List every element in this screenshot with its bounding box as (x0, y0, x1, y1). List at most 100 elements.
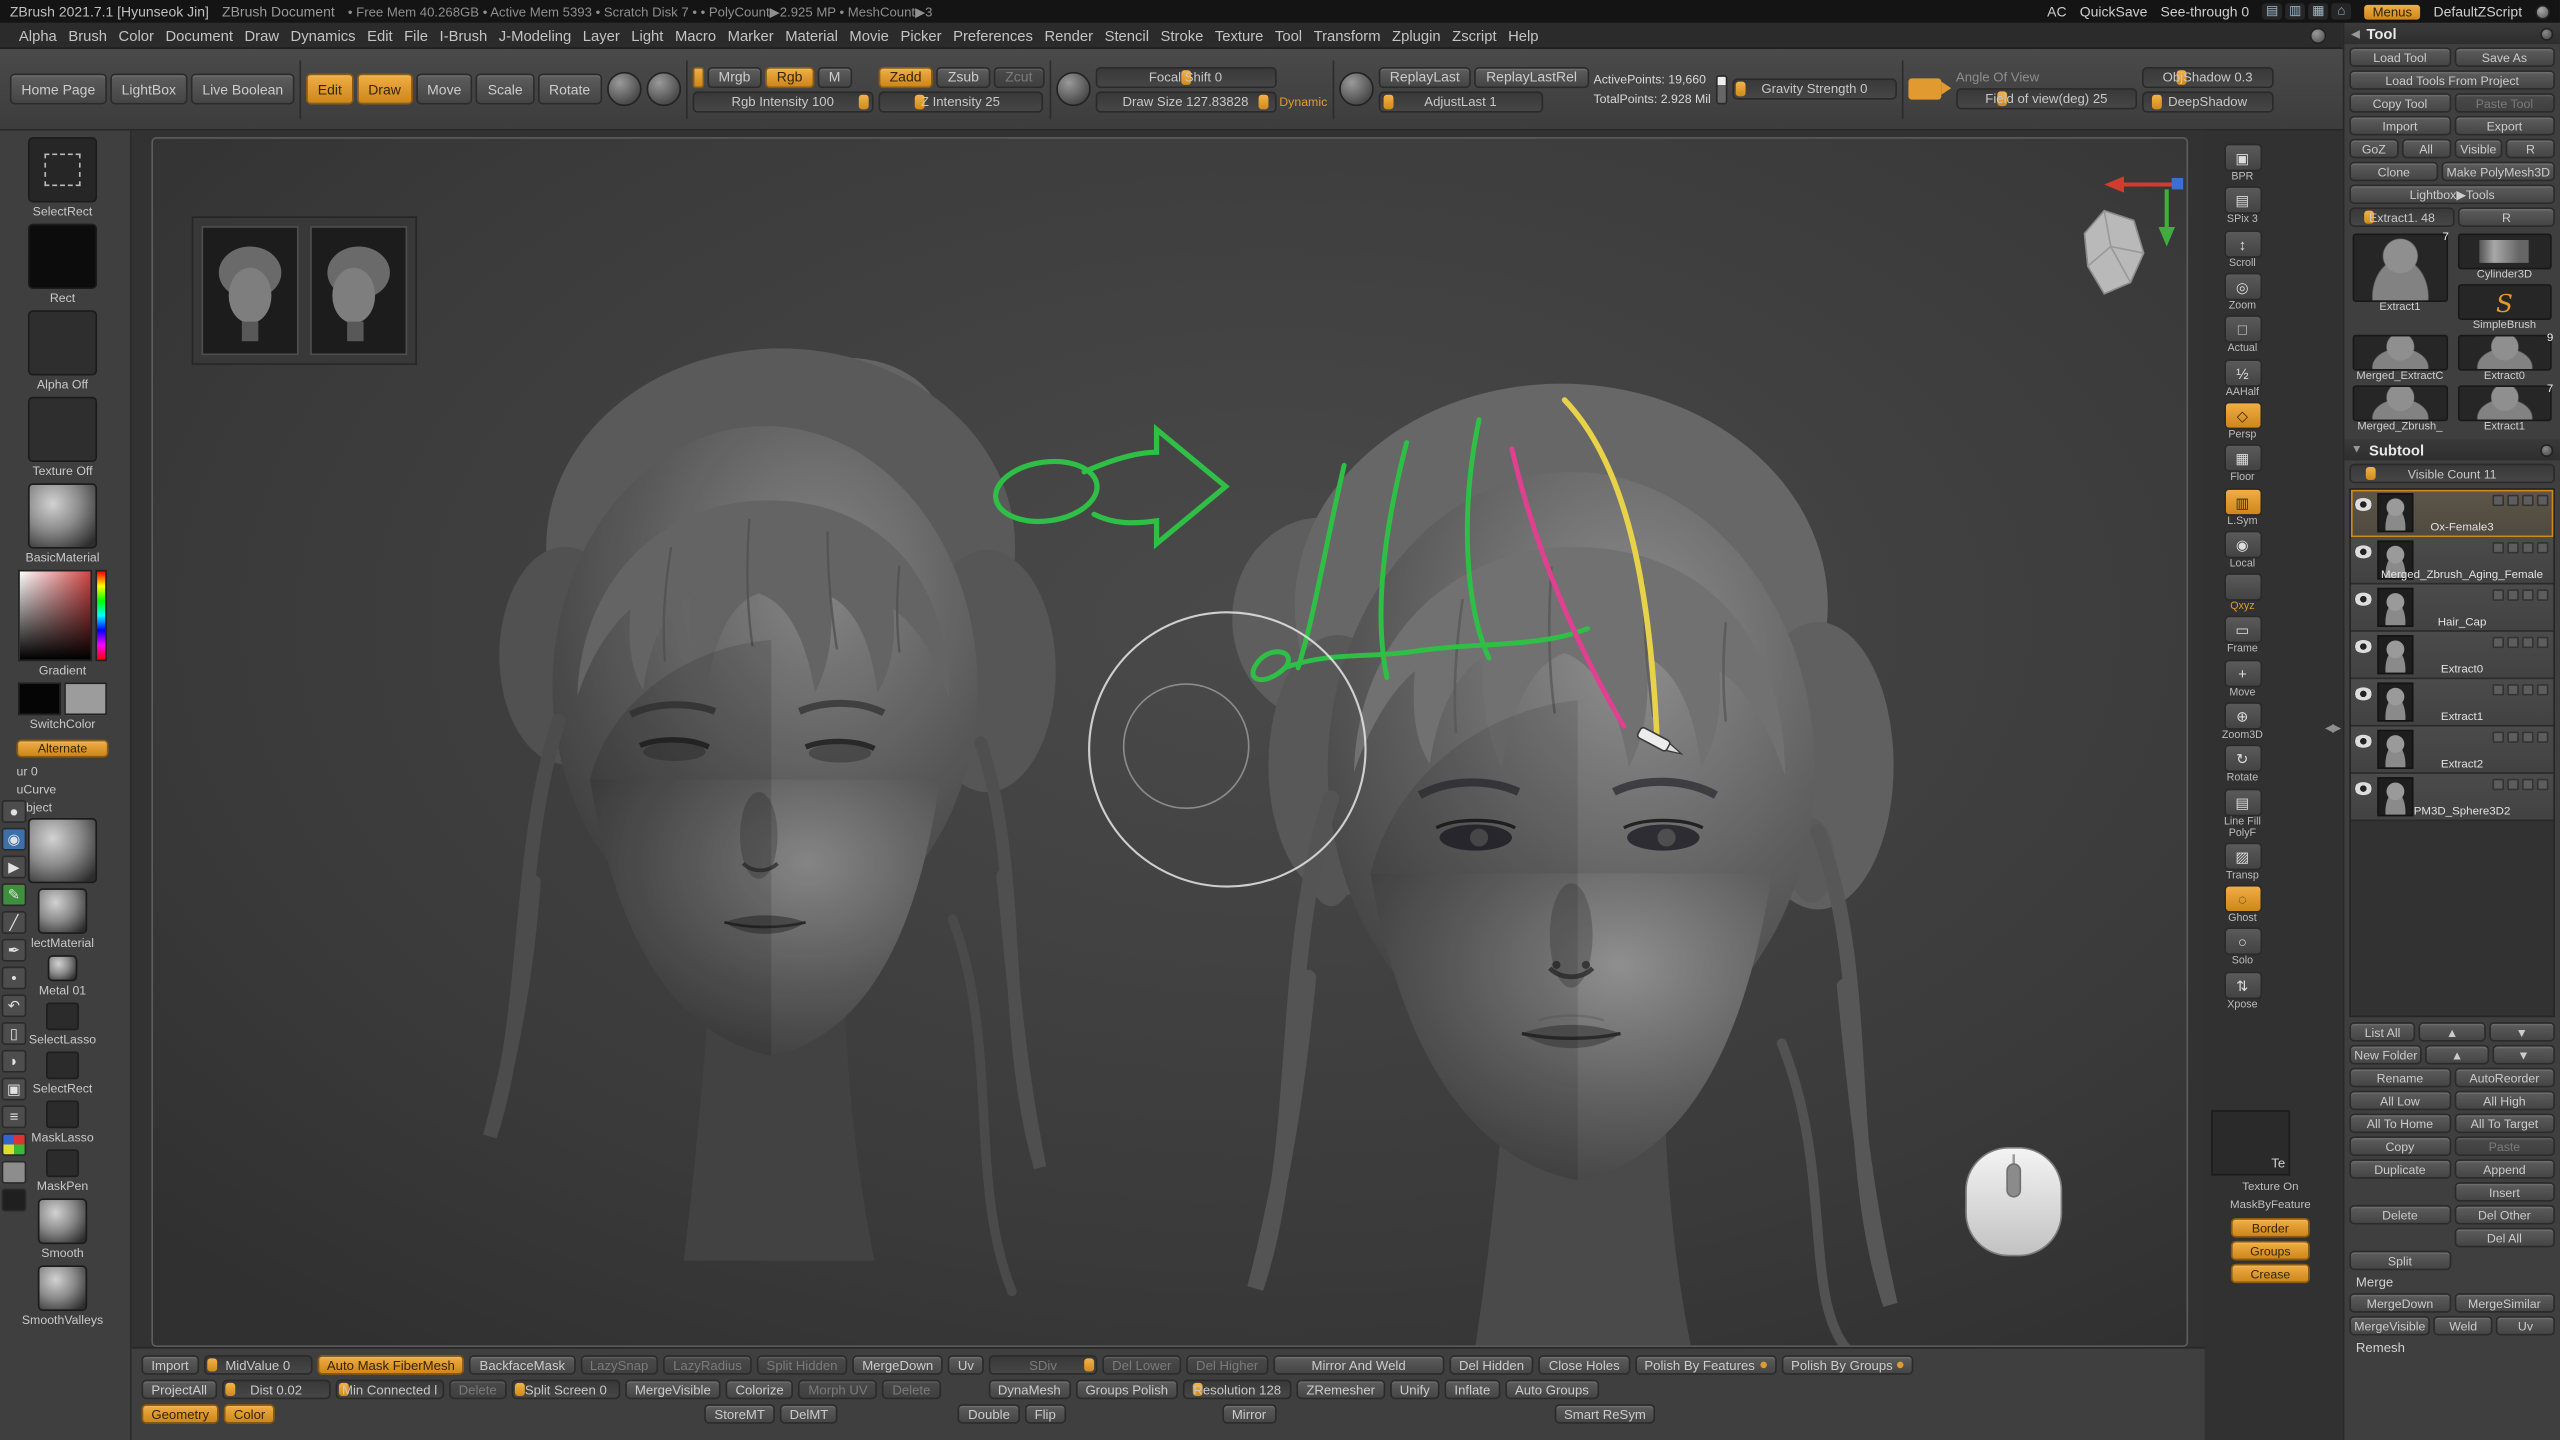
subtool-button-all-to-target[interactable]: All To Target (2454, 1114, 2555, 1134)
bottom-button-midvalue-0[interactable]: MidValue 0 (203, 1355, 312, 1375)
mode-button-move[interactable]: Move (416, 73, 473, 104)
shelf-line-fill-polyf[interactable]: ▤Line Fill PolyF (2216, 788, 2269, 840)
paint-mode-mrgb[interactable]: Mrgb (707, 66, 762, 87)
merge-button-uv[interactable]: Uv (2496, 1316, 2555, 1336)
titlebar-home-icon[interactable]: ⌂ (2331, 3, 2351, 19)
subtool-button-all-to-home[interactable]: All To Home (2349, 1114, 2450, 1134)
adjust-last-slider[interactable]: AdjustLast 1 (1378, 91, 1543, 112)
tool-slot-extract1[interactable]: 7Extract1 (2349, 233, 2450, 331)
tool-button-copy-tool[interactable]: Copy Tool (2349, 93, 2450, 113)
quicksave-button[interactable]: QuickSave (2080, 3, 2148, 19)
material-slot[interactable]: BasicMaterial (16, 483, 108, 565)
bottom-button-uv[interactable]: Uv (948, 1355, 984, 1375)
subtool-button-all-high[interactable]: All High (2454, 1091, 2555, 1111)
brush-slot[interactable]: SelectRect (16, 137, 108, 219)
blur-label[interactable]: ur 0 (16, 764, 130, 779)
texture-thumb[interactable] (28, 397, 97, 462)
tool-button-load-tool[interactable]: Load Tool (2349, 47, 2450, 67)
menu-picker[interactable]: Picker (895, 27, 948, 43)
bottom-button-mirror[interactable]: Mirror (1222, 1404, 1276, 1424)
subtool-button-list-all[interactable]: List All (2349, 1022, 2415, 1042)
tool-button-load-tools-from-project[interactable]: Load Tools From Project (2349, 70, 2555, 90)
menu-brush[interactable]: Brush (63, 27, 113, 43)
bottom-button-del-lower[interactable]: Del Lower (1102, 1355, 1181, 1375)
gravity-slider[interactable]: Gravity Strength 0 (1732, 78, 1897, 99)
edge-swatch-dark-icon[interactable] (2, 1189, 27, 1212)
menu-draw[interactable]: Draw (239, 27, 285, 43)
sculpt-viewport[interactable] (153, 139, 2188, 1347)
brush-thumb[interactable] (28, 137, 97, 202)
menu-tool[interactable]: Tool (1269, 27, 1308, 43)
bottom-button-auto-mask-fibermesh[interactable]: Auto Mask FiberMesh (317, 1355, 465, 1375)
menu-zplugin[interactable]: Zplugin (1386, 27, 1446, 43)
menu-stroke[interactable]: Stroke (1155, 27, 1209, 43)
smooth-valleys-brush[interactable]: SmoothValleys (16, 1265, 108, 1327)
nav-button-lightbox[interactable]: LightBox (110, 73, 187, 104)
z-intensity-slider[interactable]: Z Intensity 25 (878, 91, 1043, 112)
edge-pen-icon[interactable]: ✒ (2, 939, 27, 962)
gravity-icon[interactable] (1716, 74, 1728, 103)
menu-macro[interactable]: Macro (669, 27, 722, 43)
shelf-zoom[interactable]: ◎Zoom (2216, 273, 2269, 314)
main-color-swatch[interactable] (18, 682, 61, 715)
subtool-button-paste[interactable]: Paste (2454, 1136, 2555, 1156)
shelf-aahalf[interactable]: ½AAHalf (2216, 358, 2269, 399)
menu-transform[interactable]: Transform (1308, 27, 1386, 43)
menus-button[interactable]: Menus (2364, 4, 2420, 19)
focal-shift-slider[interactable]: Focal Shift 0 (1095, 66, 1276, 87)
mode-button-rotate[interactable]: Rotate (537, 73, 601, 104)
rgb-intensity-slider[interactable]: Rgb Intensity 100 (692, 91, 873, 112)
edge-trash-icon[interactable]: ▯ (2, 1022, 27, 1045)
shelf-actual[interactable]: □Actual (2216, 316, 2269, 357)
bottom-button-groups-polish[interactable]: Groups Polish (1076, 1380, 1178, 1400)
subtool-button-del-all[interactable]: Del All (2454, 1228, 2555, 1248)
stroke-button-replaylastrel[interactable]: ReplayLastRel (1475, 66, 1589, 87)
shelf-rotate[interactable]: ↻Rotate (2216, 745, 2269, 786)
bottom-button-morph-uv[interactable]: Morph UV (799, 1380, 878, 1400)
object-label[interactable]: Object (16, 800, 130, 815)
subtool-extract2[interactable]: Extract2 (2351, 727, 2553, 774)
material-sphere[interactable] (28, 483, 97, 548)
shelf-xpose[interactable]: ⇅Xpose (2216, 971, 2269, 1012)
nav-button-live-boolean[interactable]: Live Boolean (191, 73, 295, 104)
subtool-extract1[interactable]: Extract1 (2351, 679, 2553, 726)
subtool-mini-icons[interactable] (2492, 495, 2548, 506)
menu-color[interactable]: Color (113, 27, 160, 43)
subtool-button-del-other[interactable]: Del Other (2454, 1205, 2555, 1225)
subtool-button-item[interactable]: ▼ (2489, 1022, 2555, 1042)
tool-button-visible[interactable]: Visible (2454, 139, 2503, 159)
draw-size-slider[interactable]: Draw Size 127.83828 (1095, 91, 1276, 112)
mode-button-edit[interactable]: Edit (306, 73, 353, 104)
view-thumbnails[interactable] (192, 217, 416, 364)
shelf-transp[interactable]: ▨Transp (2216, 842, 2269, 883)
subtool-button-copy[interactable]: Copy (2349, 1136, 2450, 1156)
subtool-button-insert[interactable]: Insert (2454, 1182, 2555, 1202)
bottom-button-import[interactable]: Import (141, 1355, 198, 1375)
shelf-spix-3[interactable]: ▤SPix 3 (2216, 187, 2269, 228)
subtool-header[interactable]: ▼ Subtool (2344, 439, 2560, 460)
menu-light[interactable]: Light (626, 27, 670, 43)
bottom-button-inflate[interactable]: Inflate (1445, 1380, 1501, 1400)
subtool-button-delete[interactable]: Delete (2349, 1205, 2450, 1225)
shelf-l-sym[interactable]: ▥L.Sym (2216, 487, 2269, 528)
bottom-button-polish-by-groups[interactable]: Polish By Groups (1781, 1355, 1914, 1375)
shelf-zoom3d[interactable]: ⊕Zoom3D (2216, 702, 2269, 743)
paint-mode-m[interactable]: M (817, 66, 852, 87)
shelf-persp[interactable]: ◇Persp (2216, 401, 2269, 442)
bottom-button-unify[interactable]: Unify (1390, 1380, 1440, 1400)
shelf-floor[interactable]: ▦Floor (2216, 444, 2269, 485)
menu-movie[interactable]: Movie (844, 27, 895, 43)
nav-button-home-page[interactable]: Home Page (10, 73, 107, 104)
tool-button-clone[interactable]: Clone (2349, 162, 2438, 182)
shelf-scroll[interactable]: ↕Scroll (2216, 230, 2269, 271)
shelf-local[interactable]: ◉Local (2216, 530, 2269, 571)
texture-preview[interactable]: Te (2211, 1110, 2290, 1175)
sculpt-mode-zadd[interactable]: Zadd (878, 66, 933, 87)
shelf-move[interactable]: +Move (2216, 659, 2269, 700)
subtool-mini-icons[interactable] (2492, 542, 2548, 553)
mode-button-scale[interactable]: Scale (476, 73, 534, 104)
edge-brush-dot-icon[interactable]: ● (2, 800, 27, 823)
menu-layer[interactable]: Layer (577, 27, 626, 43)
subtool-button-append[interactable]: Append (2454, 1159, 2555, 1179)
merge-button-mergevisible[interactable]: MergeVisible (2349, 1316, 2430, 1336)
